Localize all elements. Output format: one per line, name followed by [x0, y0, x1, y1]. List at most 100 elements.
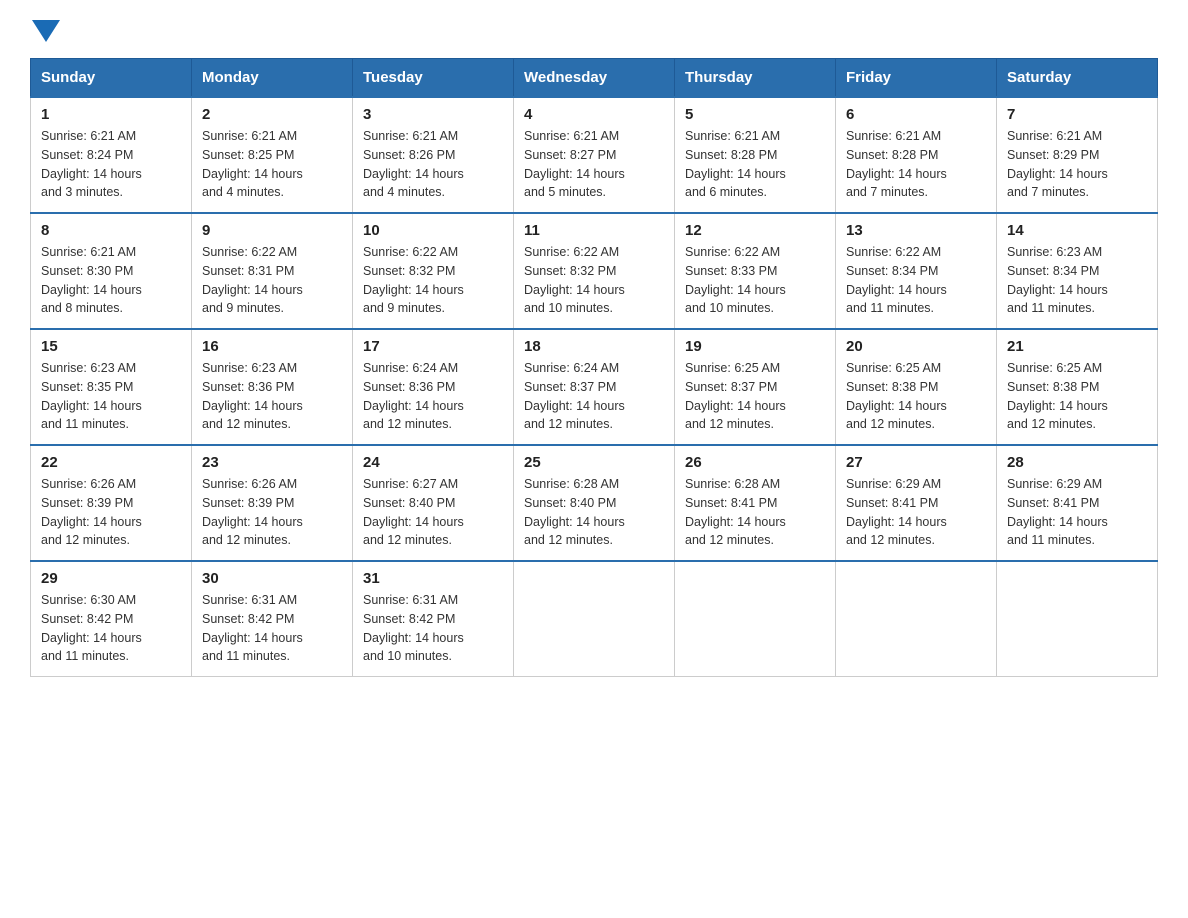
day-info: Sunrise: 6:21 AMSunset: 8:27 PMDaylight:… — [524, 127, 664, 202]
day-info: Sunrise: 6:21 AMSunset: 8:29 PMDaylight:… — [1007, 127, 1147, 202]
day-number: 13 — [846, 222, 986, 239]
day-info: Sunrise: 6:23 AMSunset: 8:36 PMDaylight:… — [202, 359, 342, 434]
day-number: 27 — [846, 454, 986, 471]
day-info: Sunrise: 6:22 AMSunset: 8:32 PMDaylight:… — [363, 243, 503, 318]
calendar-cell: 26 Sunrise: 6:28 AMSunset: 8:41 PMDayligh… — [675, 445, 836, 561]
calendar-week-5: 29 Sunrise: 6:30 AMSunset: 8:42 PMDayligh… — [31, 561, 1158, 677]
day-info: Sunrise: 6:31 AMSunset: 8:42 PMDaylight:… — [363, 591, 503, 666]
day-number: 28 — [1007, 454, 1147, 471]
calendar-cell: 25Sunrise: 6:28 AMSunset: 8:40 PMDayligh… — [514, 445, 675, 561]
calendar-cell: 8Sunrise: 6:21 AMSunset: 8:30 PMDaylight… — [31, 213, 192, 329]
calendar-cell: 5 Sunrise: 6:21 AMSunset: 8:28 PMDaylight… — [675, 97, 836, 213]
day-info: Sunrise: 6:22 AMSunset: 8:34 PMDaylight:… — [846, 243, 986, 318]
day-info: Sunrise: 6:22 AMSunset: 8:32 PMDaylight:… — [524, 243, 664, 318]
calendar-cell: 27 Sunrise: 6:29 AMSunset: 8:41 PMDayligh… — [836, 445, 997, 561]
calendar-cell: 16 Sunrise: 6:23 AMSunset: 8:36 PMDayligh… — [192, 329, 353, 445]
page-header — [30, 20, 1158, 48]
day-info: Sunrise: 6:29 AMSunset: 8:41 PMDaylight:… — [846, 475, 986, 550]
day-number: 12 — [685, 222, 825, 239]
calendar-cell: 29 Sunrise: 6:30 AMSunset: 8:42 PMDayligh… — [31, 561, 192, 677]
col-header-tuesday: Tuesday — [353, 59, 514, 98]
day-info: Sunrise: 6:30 AMSunset: 8:42 PMDaylight:… — [41, 591, 181, 666]
day-number: 30 — [202, 570, 342, 587]
col-header-friday: Friday — [836, 59, 997, 98]
day-info: Sunrise: 6:21 AMSunset: 8:25 PMDaylight:… — [202, 127, 342, 202]
calendar-week-3: 15Sunrise: 6:23 AMSunset: 8:35 PMDayligh… — [31, 329, 1158, 445]
calendar-cell: 22 Sunrise: 6:26 AMSunset: 8:39 PMDayligh… — [31, 445, 192, 561]
calendar-cell: 2 Sunrise: 6:21 AMSunset: 8:25 PMDaylight… — [192, 97, 353, 213]
day-number: 23 — [202, 454, 342, 471]
calendar-cell: 19Sunrise: 6:25 AMSunset: 8:37 PMDayligh… — [675, 329, 836, 445]
day-info: Sunrise: 6:26 AMSunset: 8:39 PMDaylight:… — [41, 475, 181, 550]
calendar-cell: 31 Sunrise: 6:31 AMSunset: 8:42 PMDayligh… — [353, 561, 514, 677]
logo-triangle-icon — [32, 20, 60, 42]
day-number: 31 — [363, 570, 503, 587]
calendar-cell: 3 Sunrise: 6:21 AMSunset: 8:26 PMDaylight… — [353, 97, 514, 213]
day-number: 15 — [41, 338, 181, 355]
calendar-table: SundayMondayTuesdayWednesdayThursdayFrid… — [30, 58, 1158, 677]
calendar-cell — [675, 561, 836, 677]
day-number: 4 — [524, 106, 664, 123]
calendar-cell: 13 Sunrise: 6:22 AMSunset: 8:34 PMDayligh… — [836, 213, 997, 329]
day-info: Sunrise: 6:25 AMSunset: 8:38 PMDaylight:… — [1007, 359, 1147, 434]
calendar-cell: 10Sunrise: 6:22 AMSunset: 8:32 PMDayligh… — [353, 213, 514, 329]
day-info: Sunrise: 6:21 AMSunset: 8:28 PMDaylight:… — [846, 127, 986, 202]
day-info: Sunrise: 6:24 AMSunset: 8:36 PMDaylight:… — [363, 359, 503, 434]
calendar-cell: 18 Sunrise: 6:24 AMSunset: 8:37 PMDayligh… — [514, 329, 675, 445]
calendar-cell: 9 Sunrise: 6:22 AMSunset: 8:31 PMDaylight… — [192, 213, 353, 329]
calendar-cell: 20 Sunrise: 6:25 AMSunset: 8:38 PMDayligh… — [836, 329, 997, 445]
day-number: 8 — [41, 222, 181, 239]
day-info: Sunrise: 6:21 AMSunset: 8:26 PMDaylight:… — [363, 127, 503, 202]
day-number: 5 — [685, 106, 825, 123]
col-header-monday: Monday — [192, 59, 353, 98]
day-number: 24 — [363, 454, 503, 471]
day-number: 14 — [1007, 222, 1147, 239]
day-info: Sunrise: 6:26 AMSunset: 8:39 PMDaylight:… — [202, 475, 342, 550]
calendar-cell — [514, 561, 675, 677]
calendar-cell: 30 Sunrise: 6:31 AMSunset: 8:42 PMDayligh… — [192, 561, 353, 677]
day-number: 18 — [524, 338, 664, 355]
day-number: 29 — [41, 570, 181, 587]
col-header-thursday: Thursday — [675, 59, 836, 98]
day-number: 21 — [1007, 338, 1147, 355]
day-info: Sunrise: 6:25 AMSunset: 8:38 PMDaylight:… — [846, 359, 986, 434]
calendar-cell: 7 Sunrise: 6:21 AMSunset: 8:29 PMDaylight… — [997, 97, 1158, 213]
calendar-cell: 21 Sunrise: 6:25 AMSunset: 8:38 PMDayligh… — [997, 329, 1158, 445]
calendar-cell — [836, 561, 997, 677]
calendar-week-2: 8Sunrise: 6:21 AMSunset: 8:30 PMDaylight… — [31, 213, 1158, 329]
calendar-cell — [997, 561, 1158, 677]
calendar-cell: 6Sunrise: 6:21 AMSunset: 8:28 PMDaylight… — [836, 97, 997, 213]
calendar-cell: 15Sunrise: 6:23 AMSunset: 8:35 PMDayligh… — [31, 329, 192, 445]
calendar-cell: 4 Sunrise: 6:21 AMSunset: 8:27 PMDaylight… — [514, 97, 675, 213]
day-info: Sunrise: 6:24 AMSunset: 8:37 PMDaylight:… — [524, 359, 664, 434]
day-number: 20 — [846, 338, 986, 355]
day-info: Sunrise: 6:29 AMSunset: 8:41 PMDaylight:… — [1007, 475, 1147, 550]
col-header-saturday: Saturday — [997, 59, 1158, 98]
day-number: 1 — [41, 106, 181, 123]
day-info: Sunrise: 6:27 AMSunset: 8:40 PMDaylight:… — [363, 475, 503, 550]
day-number: 17 — [363, 338, 503, 355]
calendar-cell: 1 Sunrise: 6:21 AMSunset: 8:24 PMDaylight… — [31, 97, 192, 213]
day-info: Sunrise: 6:21 AMSunset: 8:28 PMDaylight:… — [685, 127, 825, 202]
day-number: 3 — [363, 106, 503, 123]
day-info: Sunrise: 6:25 AMSunset: 8:37 PMDaylight:… — [685, 359, 825, 434]
day-number: 22 — [41, 454, 181, 471]
day-info: Sunrise: 6:31 AMSunset: 8:42 PMDaylight:… — [202, 591, 342, 666]
calendar-header-row: SundayMondayTuesdayWednesdayThursdayFrid… — [31, 59, 1158, 98]
day-info: Sunrise: 6:23 AMSunset: 8:34 PMDaylight:… — [1007, 243, 1147, 318]
calendar-week-4: 22 Sunrise: 6:26 AMSunset: 8:39 PMDayligh… — [31, 445, 1158, 561]
day-number: 9 — [202, 222, 342, 239]
day-number: 7 — [1007, 106, 1147, 123]
day-info: Sunrise: 6:28 AMSunset: 8:41 PMDaylight:… — [685, 475, 825, 550]
calendar-cell: 12Sunrise: 6:22 AMSunset: 8:33 PMDayligh… — [675, 213, 836, 329]
day-number: 2 — [202, 106, 342, 123]
calendar-cell: 14 Sunrise: 6:23 AMSunset: 8:34 PMDayligh… — [997, 213, 1158, 329]
day-number: 16 — [202, 338, 342, 355]
logo — [30, 20, 60, 48]
calendar-cell: 11Sunrise: 6:22 AMSunset: 8:32 PMDayligh… — [514, 213, 675, 329]
day-info: Sunrise: 6:22 AMSunset: 8:31 PMDaylight:… — [202, 243, 342, 318]
day-info: Sunrise: 6:21 AMSunset: 8:24 PMDaylight:… — [41, 127, 181, 202]
calendar-cell: 24 Sunrise: 6:27 AMSunset: 8:40 PMDayligh… — [353, 445, 514, 561]
day-number: 26 — [685, 454, 825, 471]
day-number: 25 — [524, 454, 664, 471]
